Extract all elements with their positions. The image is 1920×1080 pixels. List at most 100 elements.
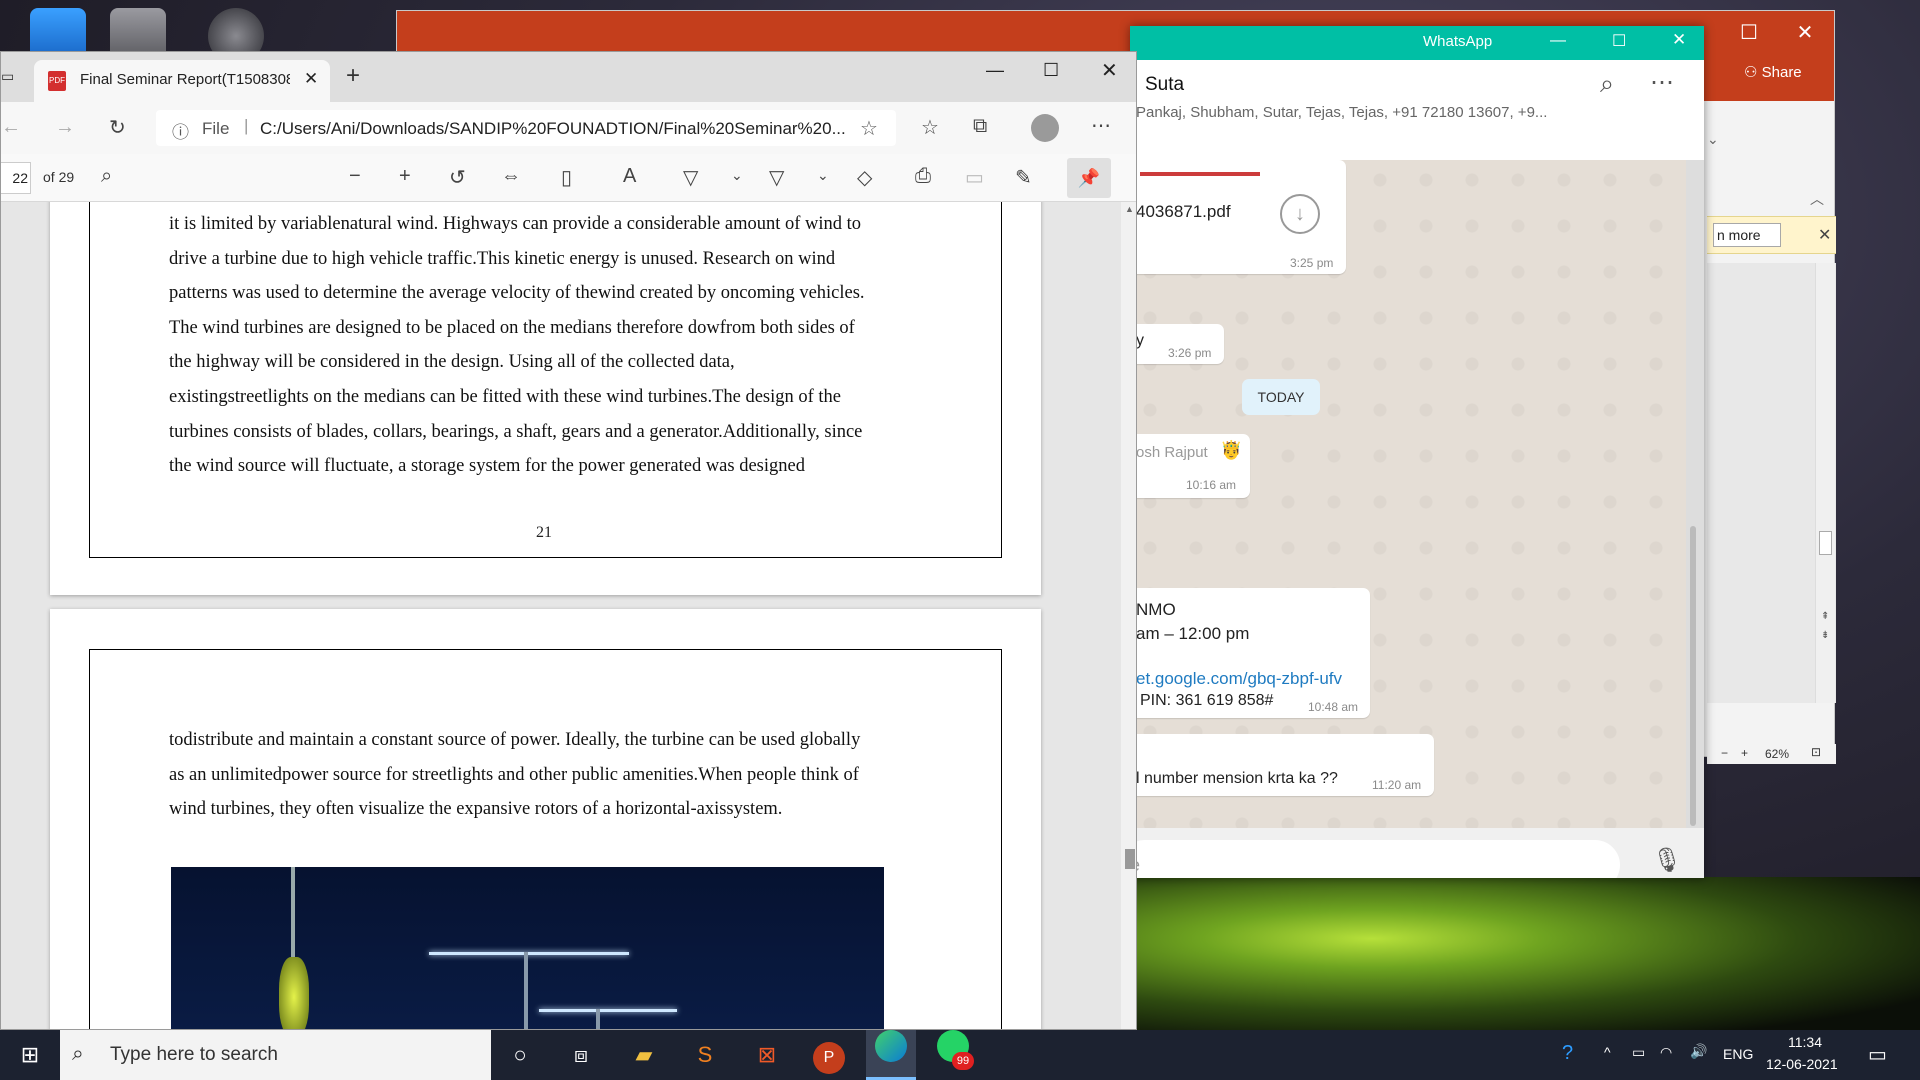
- pin-toolbar-icon[interactable]: 📌: [1067, 158, 1111, 198]
- share-button[interactable]: ⚇ Share: [1744, 63, 1802, 81]
- maximize-icon[interactable]: ☐: [1043, 60, 1059, 81]
- address-bar[interactable]: ⓘ File | C:/Users/Ani/Downloads/SANDIP%2…: [156, 110, 896, 146]
- minimize-icon[interactable]: —: [1550, 32, 1566, 50]
- message-time: 11:20 am: [1372, 778, 1422, 792]
- page-number-input[interactable]: 22: [1, 162, 31, 194]
- print-icon[interactable]: ⎙: [915, 165, 931, 188]
- show-hidden-icons-icon[interactable]: ^: [1604, 1044, 1611, 1060]
- page-number: 21: [536, 524, 552, 541]
- rotate-icon[interactable]: ↺: [449, 165, 466, 190]
- address-divider: |: [244, 116, 249, 135]
- highlight-icon[interactable]: ▽: [769, 165, 784, 190]
- pdf-viewer[interactable]: it is limited by variablenatural wind. H…: [1, 202, 1121, 1029]
- cortana-icon[interactable]: ○: [495, 1030, 545, 1080]
- whatsapp-taskbar-icon[interactable]: 99: [928, 1030, 978, 1080]
- task-view-icon[interactable]: ⧈: [556, 1030, 606, 1080]
- add-favorite-icon[interactable]: ☆: [860, 116, 878, 141]
- download-icon[interactable]: ↓: [1280, 194, 1320, 234]
- profile-avatar[interactable]: [1031, 114, 1059, 142]
- clock-date[interactable]: 12-06-2021: [1766, 1056, 1838, 1072]
- scroll-thumb[interactable]: [1125, 849, 1135, 869]
- collapse-ribbon-icon[interactable]: ︿: [1810, 189, 1824, 209]
- maximize-icon[interactable]: ☐: [1721, 11, 1777, 55]
- zoom-level[interactable]: 62%: [1765, 747, 1789, 761]
- start-windows-icon[interactable]: ⊞: [5, 1030, 55, 1080]
- text-line: todistribute and maintain a constant sou…: [169, 730, 861, 750]
- find-icon[interactable]: ⌕: [101, 165, 112, 188]
- chevron-down-icon[interactable]: ⌄: [731, 167, 743, 184]
- file-explorer-icon[interactable]: ▰: [619, 1030, 669, 1080]
- address-bar-row: ← → ↻ ⓘ File | C:/Users/Ani/Downloads/SA…: [1, 102, 1136, 154]
- lamp-arm: [429, 952, 629, 955]
- next-slide-icon[interactable]: ⇟: [1821, 630, 1829, 641]
- powerpoint-taskbar-icon[interactable]: P: [804, 1030, 854, 1080]
- chat-header[interactable]: Suta Pankaj, Shubham, Sutar, Tejas, Teja…: [1130, 60, 1704, 160]
- new-tab-icon[interactable]: +: [346, 62, 360, 90]
- scroll-up-icon[interactable]: ▲: [1125, 204, 1134, 214]
- sublime-text-icon[interactable]: S: [680, 1030, 730, 1080]
- fit-slide-icon[interactable]: ⊡: [1811, 745, 1821, 759]
- zoom-in-icon[interactable]: +: [1741, 746, 1748, 760]
- fit-page-icon[interactable]: ⇔: [501, 165, 521, 188]
- text-line: wind turbines, they often visualize the …: [169, 799, 783, 820]
- file-message[interactable]: 4036871.pdf ↓ 3:25 pm: [1130, 160, 1346, 274]
- close-icon[interactable]: ✕: [1101, 58, 1118, 83]
- xampp-icon[interactable]: ⊠: [742, 1030, 792, 1080]
- minimize-icon[interactable]: —: [986, 60, 1004, 81]
- message-bubble[interactable]: y 3:26 pm: [1130, 324, 1224, 364]
- scroll-thumb[interactable]: [1690, 526, 1696, 826]
- maximize-icon[interactable]: ☐: [1612, 31, 1626, 51]
- meeting-message[interactable]: NMO am – 12:00 pm et.google.com/gbq-zbpf…: [1130, 588, 1370, 718]
- more-options-icon[interactable]: ⋯: [1650, 68, 1674, 97]
- page-view-icon[interactable]: ▯: [561, 165, 572, 190]
- chat-scrollbar[interactable]: [1686, 160, 1704, 828]
- chevron-down-icon[interactable]: ⌄: [817, 167, 829, 184]
- zoom-out-icon[interactable]: −: [1721, 746, 1728, 760]
- volume-icon[interactable]: 🔊: [1690, 1043, 1707, 1060]
- edge-browser-window: ▭ PDF Final Seminar Report(T15083085 ✕ +…: [0, 51, 1137, 1030]
- draw-icon[interactable]: ▽: [683, 165, 698, 190]
- learn-more-button[interactable]: n more: [1713, 223, 1781, 247]
- wifi-icon[interactable]: ◠: [1660, 1044, 1672, 1061]
- taskbar: ⊞ ⌕ Type here to search ○ ⧈ ▰ S ⊠ P 99 ?…: [0, 1030, 1920, 1080]
- zoom-out-icon[interactable]: −: [349, 165, 361, 188]
- vertical-scrollbar[interactable]: ▲: [1121, 202, 1136, 1029]
- info-icon[interactable]: ⓘ: [172, 118, 189, 143]
- message-bubble[interactable]: l number mension krta ka ?? 11:20 am: [1130, 734, 1434, 796]
- chat-area[interactable]: 4036871.pdf ↓ 3:25 pm y 3:26 pm TODAY os…: [1130, 160, 1686, 828]
- zoom-in-icon[interactable]: +: [399, 165, 411, 188]
- ribbon-chevron-down-icon[interactable]: ⌄: [1707, 131, 1719, 148]
- tab-pdf[interactable]: PDF Final Seminar Report(T15083085 ✕: [34, 60, 330, 102]
- settings-more-icon[interactable]: ⋯: [1091, 113, 1111, 138]
- read-aloud-icon[interactable]: A: [623, 165, 636, 188]
- edge-taskbar-icon[interactable]: [866, 1030, 916, 1080]
- tab-actions-icon[interactable]: ▭: [1, 68, 14, 85]
- refresh-icon[interactable]: ↻: [109, 115, 126, 140]
- forward-icon[interactable]: →: [55, 116, 75, 139]
- clock-time[interactable]: 11:34: [1788, 1034, 1822, 1050]
- language-indicator[interactable]: ENG: [1723, 1046, 1753, 1062]
- vertical-scrollbar[interactable]: ⇞ ⇟: [1815, 263, 1835, 703]
- search-box[interactable]: ⌕ Type here to search: [60, 1030, 491, 1080]
- close-icon[interactable]: ✕: [1777, 11, 1833, 55]
- message-bubble[interactable]: osh Rajput 🤴 10:16 am: [1130, 434, 1250, 498]
- meeting-link[interactable]: et.google.com/gbq-zbpf-ufv: [1136, 669, 1342, 689]
- favorites-icon[interactable]: ☆: [921, 115, 939, 140]
- battery-icon[interactable]: ▭: [1632, 1044, 1645, 1061]
- back-icon[interactable]: ←: [1, 116, 21, 139]
- close-info-icon[interactable]: ✕: [1818, 225, 1831, 245]
- save-as-icon[interactable]: ✎: [1015, 165, 1032, 190]
- message-input[interactable]: e: [1130, 840, 1620, 878]
- close-tab-icon[interactable]: ✕: [304, 69, 318, 89]
- eraser-icon[interactable]: ◇: [857, 165, 872, 190]
- help-icon[interactable]: ?: [1562, 1042, 1573, 1065]
- previous-slide-icon[interactable]: ⇞: [1821, 611, 1829, 622]
- search-icon[interactable]: ⌕: [1600, 70, 1614, 99]
- microphone-icon[interactable]: 🎙: [1652, 846, 1682, 875]
- scroll-thumb[interactable]: [1819, 531, 1832, 555]
- close-icon[interactable]: ✕: [1672, 30, 1686, 50]
- notifications-icon[interactable]: ▭: [1868, 1042, 1887, 1067]
- save-icon[interactable]: ▭: [965, 165, 984, 190]
- page-text: it is limited by variablenatural wind. H…: [169, 207, 924, 484]
- collections-icon[interactable]: ⧉: [973, 115, 987, 138]
